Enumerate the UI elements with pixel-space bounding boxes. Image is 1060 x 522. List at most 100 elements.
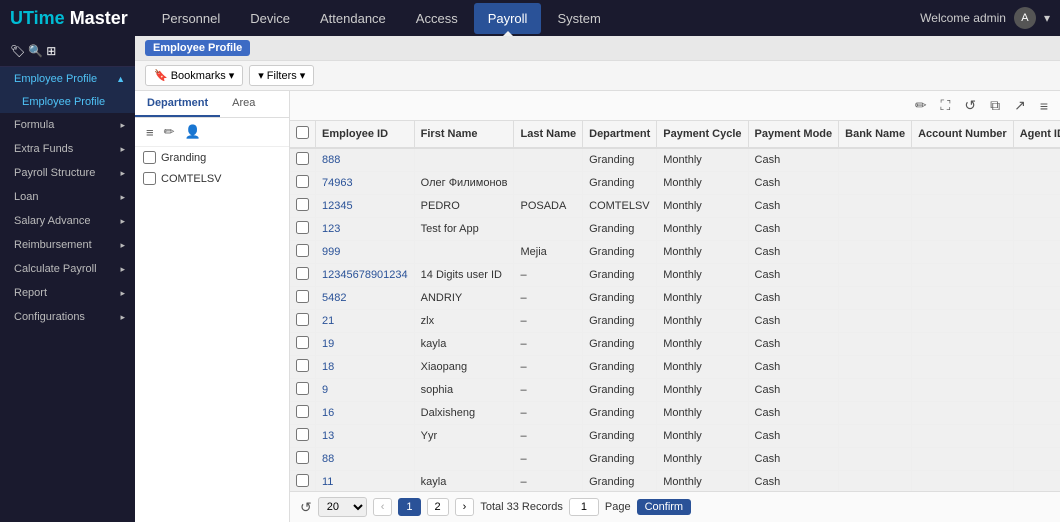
tab-department[interactable]: Department [135, 91, 220, 117]
table-row: 999 Mejia Granding Monthly Cash ✔ [290, 241, 1060, 264]
tab-area[interactable]: Area [220, 91, 267, 117]
employee-id-link[interactable]: 12345 [322, 200, 353, 212]
table-row: 16 Dalxisheng – Granding Monthly Cash ✔ [290, 402, 1060, 425]
nav-attendance[interactable]: Attendance [306, 3, 400, 34]
nav-system[interactable]: System [543, 3, 614, 34]
employee-id-link[interactable]: 888 [322, 154, 340, 166]
next-page-btn[interactable]: › [455, 498, 475, 516]
sidebar-item-extra-funds[interactable]: Extra Funds ▸ [0, 137, 135, 161]
row-select-checkbox[interactable] [296, 267, 309, 280]
avatar[interactable]: A [1014, 7, 1036, 29]
page-1-btn[interactable]: 1 [398, 498, 420, 516]
nav-access[interactable]: Access [402, 3, 472, 34]
col-last-name[interactable]: Last Name [514, 121, 583, 148]
nav-payroll[interactable]: Payroll [474, 3, 542, 34]
sidebar-subitem-employee-profile[interactable]: Employee Profile [0, 91, 135, 113]
row-select-checkbox[interactable] [296, 405, 309, 418]
row-select-checkbox[interactable] [296, 428, 309, 441]
row-cycle: Monthly [657, 264, 748, 287]
sidebar-item-reimbursement[interactable]: Reimbursement ▸ [0, 233, 135, 257]
row-dept: Granding [583, 333, 657, 356]
nav-right: Welcome admin A ▾ [920, 7, 1050, 29]
prev-page-btn[interactable]: ‹ [373, 498, 393, 516]
employee-id-link[interactable]: 999 [322, 246, 340, 258]
row-select-checkbox[interactable] [296, 451, 309, 464]
bookmarks-button[interactable]: 🔖 Bookmarks ▾ [145, 65, 243, 86]
table-expand-icon[interactable]: ⛶ [937, 95, 955, 116]
row-select-checkbox[interactable] [296, 474, 309, 487]
employee-id-link[interactable]: 9 [322, 384, 328, 396]
panel-edit-icon[interactable]: ✏ [161, 122, 178, 142]
employee-id-link[interactable]: 13 [322, 430, 334, 442]
sidebar-item-report[interactable]: Report ▸ [0, 281, 135, 305]
employee-id-link[interactable]: 12345678901234 [322, 269, 408, 281]
dept-checkbox-comtelsv[interactable] [143, 172, 156, 185]
employee-id-link[interactable]: 123 [322, 223, 340, 235]
employee-id-link[interactable]: 11 [322, 476, 333, 488]
employee-id-link[interactable]: 74963 [322, 177, 353, 189]
row-employee-id: 123 [316, 218, 415, 241]
col-first-name[interactable]: First Name [414, 121, 514, 148]
filters-button[interactable]: ▾ Filters ▾ [249, 65, 314, 86]
row-select-checkbox[interactable] [296, 175, 309, 188]
row-select-checkbox[interactable] [296, 290, 309, 303]
row-first-name: ANDRIY [414, 287, 514, 310]
table-copy-icon[interactable]: ⧉ [986, 95, 1004, 116]
table-edit-icon[interactable]: ✏ [911, 95, 931, 116]
sidebar-item-employee-profile[interactable]: Employee Profile ▲ [0, 67, 135, 91]
tag-icon[interactable]: 🏷 [10, 44, 25, 58]
search-icon[interactable]: 🔍 [28, 44, 43, 58]
grid-icon[interactable]: ⊞ [46, 44, 56, 58]
sidebar-item-payroll-structure[interactable]: Payroll Structure ▸ [0, 161, 135, 185]
table-share-icon[interactable]: ↗ [1010, 95, 1030, 116]
sidebar-item-calculate-payroll[interactable]: Calculate Payroll ▸ [0, 257, 135, 281]
employee-id-link[interactable]: 19 [322, 338, 334, 350]
dept-item-comtelsv[interactable]: COMTELSV [135, 168, 289, 189]
employee-id-link[interactable]: 5482 [322, 292, 346, 304]
employee-id-link[interactable]: 18 [322, 361, 334, 373]
col-employee-id[interactable]: Employee ID [316, 121, 415, 148]
row-select-checkbox[interactable] [296, 336, 309, 349]
sidebar-item-loan[interactable]: Loan ▸ [0, 185, 135, 209]
dropdown-icon[interactable]: ▾ [1044, 11, 1050, 25]
sidebar-item-reimbursement-label: Reimbursement [14, 239, 92, 251]
row-last-name: – [514, 379, 583, 402]
select-all-checkbox[interactable] [296, 126, 309, 139]
col-account-number[interactable]: Account Number [912, 121, 1014, 148]
page-2-btn[interactable]: 2 [427, 498, 449, 516]
sidebar-item-formula[interactable]: Formula ▸ [0, 113, 135, 137]
page-jump-input[interactable] [569, 498, 599, 516]
col-payment-mode[interactable]: Payment Mode [748, 121, 839, 148]
col-payment-cycle[interactable]: Payment Cycle [657, 121, 748, 148]
confirm-btn[interactable]: Confirm [637, 499, 692, 515]
col-bank-name[interactable]: Bank Name [839, 121, 912, 148]
row-select-checkbox[interactable] [296, 313, 309, 326]
filters-arrow: ▾ [300, 69, 306, 82]
sidebar-item-configurations[interactable]: Configurations ▸ [0, 305, 135, 329]
row-select-checkbox[interactable] [296, 382, 309, 395]
col-department[interactable]: Department [583, 121, 657, 148]
table-refresh-icon[interactable]: ↺ [960, 95, 980, 116]
row-select-checkbox[interactable] [296, 359, 309, 372]
page-size-select[interactable]: 102050100 [318, 497, 367, 517]
nav-device[interactable]: Device [236, 3, 304, 34]
panel-list-icon[interactable]: ≡ [143, 123, 157, 142]
table-row: 123 Test for App Granding Monthly Cash ✔ [290, 218, 1060, 241]
table-more-icon[interactable]: ≡ [1036, 96, 1052, 116]
employee-id-link[interactable]: 16 [322, 407, 334, 419]
row-select-checkbox[interactable] [296, 221, 309, 234]
dept-item-granding[interactable]: Granding [135, 147, 289, 168]
row-cycle: Monthly [657, 195, 748, 218]
col-agent-id[interactable]: Agent ID [1013, 121, 1060, 148]
row-cycle: Monthly [657, 356, 748, 379]
panel-person-icon[interactable]: 👤 [182, 122, 204, 142]
pagination-refresh-btn[interactable]: ↺ [300, 499, 312, 516]
nav-personnel[interactable]: Personnel [148, 3, 235, 34]
dept-checkbox-granding[interactable] [143, 151, 156, 164]
row-select-checkbox[interactable] [296, 244, 309, 257]
row-select-checkbox[interactable] [296, 198, 309, 211]
row-select-checkbox[interactable] [296, 152, 309, 165]
employee-id-link[interactable]: 88 [322, 453, 334, 465]
employee-id-link[interactable]: 21 [322, 315, 334, 327]
sidebar-item-salary-advance[interactable]: Salary Advance ▸ [0, 209, 135, 233]
